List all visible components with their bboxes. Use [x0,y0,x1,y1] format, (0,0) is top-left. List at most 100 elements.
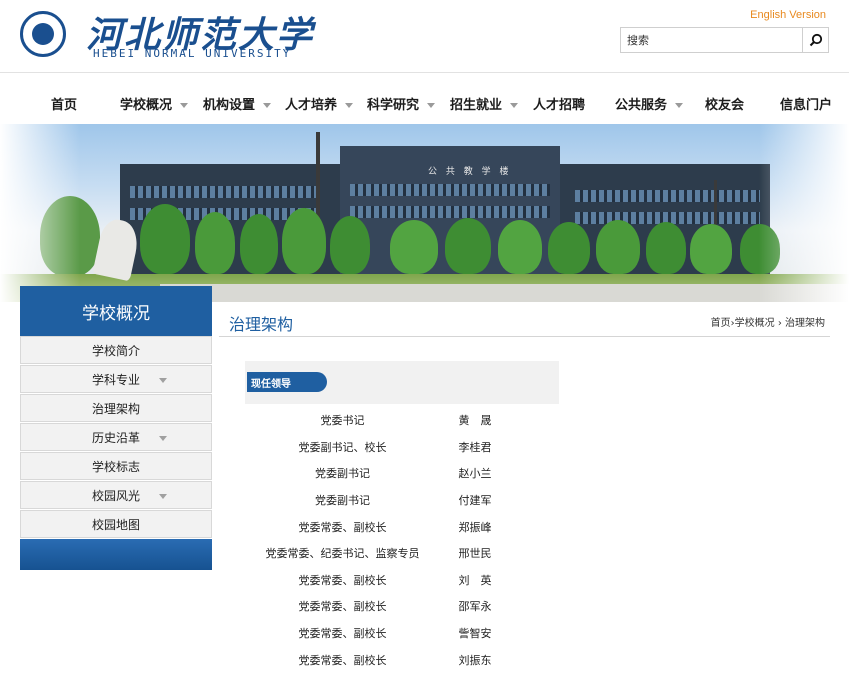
leader-row: 党委副书记 付建军 [245,487,559,514]
leader-title: 党委副书记 [315,467,370,481]
header-divider [0,72,849,73]
main-nav: 首页 学校概况 机构设置 人才培养 科学研究 招生就业 人才招聘 公共服务 校友… [0,90,849,118]
chevron-down-icon [263,103,272,108]
leader-row: 党委书记 黄 晟 [245,407,559,434]
leader-title: 党委副书记 [315,494,370,508]
nav-label: 首页 [51,98,78,113]
sidebar-item-label: 历史沿革 [91,430,140,445]
nav-item-departments[interactable]: 机构设置 [203,94,272,113]
leader-title: 党委常委、副校长 [298,627,387,641]
nav-label: 人才培养 [285,98,338,113]
leader-row: 党委常委、副校长 刘 英 [245,567,559,594]
tree [596,220,640,274]
site-header: 河北师范大学 HEBEI NORMAL UNIVERSITY English V… [0,0,849,72]
english-version-link[interactable]: English Version [750,9,826,21]
tree [330,216,370,274]
tree [390,220,438,274]
leader-name: 付建军 [458,494,492,508]
nav-item-education[interactable]: 人才培养 [285,94,354,113]
university-seal-logo[interactable] [20,11,66,57]
leader-row: 党委常委、副校长 刘振东 [245,646,559,673]
sidebar-item-map[interactable]: 校园地图 [20,510,212,538]
leader-title: 党委副书记、校长 [298,440,387,454]
leader-row: 党委副书记、校长 李桂君 [245,434,559,461]
window-row [575,190,760,202]
leader-row: 党委常委、纪委书记、监察专员 邢世民 [245,540,559,567]
sidebar-item-label: 学校简介 [91,343,140,358]
chevron-down-icon [159,378,167,383]
banner-fade-left [0,124,80,302]
sidebar-item-history[interactable]: 历史沿革 [20,423,212,451]
logo-english-name[interactable]: HEBEI NORMAL UNIVERSITY [93,47,291,60]
sidebar-item-label: 学科专业 [91,372,140,387]
sidebar-item-label: 治理架构 [91,401,140,416]
nav-item-recruitment[interactable]: 人才招聘 [533,94,585,113]
chevron-down-icon [345,103,354,108]
nav-label: 公共服务 [615,98,668,113]
window-row [130,186,320,198]
nav-label: 人才招聘 [533,98,586,113]
leader-name: 李桂君 [458,440,492,454]
leader-name: 邵军永 [458,600,492,614]
nav-label: 信息门户 [780,98,833,113]
nav-item-alumni[interactable]: 校友会 [705,94,744,113]
leader-title: 党委常委、副校长 [298,653,387,667]
tree [140,204,190,274]
leader-list: 党委书记黄 晟 党委副书记、校长 李桂君 党委副书记 赵小兰 党委副书记 付建军 党委… [245,407,559,673]
sidebar-title: 学校概况 [20,286,212,336]
tree [445,218,491,274]
leader-row: 党委常委、副校长 邵军永 [245,593,559,620]
chevron-down-icon [427,103,436,108]
nav-item-about[interactable]: 学校概况 [120,94,189,113]
window-row [350,184,550,196]
sidebar-item-intro[interactable]: 学校简介 [20,336,212,364]
campus-banner-image: 公 共 教 学 楼 [0,124,849,302]
search-box [620,27,829,53]
chevron-down-icon [180,103,189,108]
section-label: 现任领导 [247,372,327,392]
chevron-down-icon [510,103,519,108]
search-button[interactable] [802,28,828,52]
search-input[interactable] [627,32,797,49]
leader-name: 刘 英 [458,573,492,587]
leader-row: 党委副书记 赵小兰 [245,460,559,487]
road [160,284,849,302]
sidebar-menu: 学校简介 学科专业 治理架构 历史沿革 学校标志 校园风光 校园地图 [20,336,212,539]
sidebar-item-scenery[interactable]: 校园风光 [20,481,212,509]
sidebar-item-disciplines[interactable]: 学科专业 [20,365,212,393]
sidebar-item-governance[interactable]: 治理架构 [20,394,212,422]
breadcrumb[interactable]: 首页›学校概况 › 治理架构 [711,314,825,329]
nav-label: 科学研究 [367,98,420,113]
sidebar-item-label: 校园地图 [91,517,140,532]
chevron-down-icon [159,436,167,441]
leader-title: 党委常委、副校长 [298,520,387,534]
nav-item-portal[interactable]: 信息门户 [780,94,832,113]
tree [240,214,278,274]
leader-name: 黄 晟 [458,414,492,428]
banner-fade-right [759,124,849,302]
search-icon [809,33,822,47]
sidebar-item-emblem[interactable]: 学校标志 [20,452,212,480]
tree [690,224,732,274]
leader-name: 刘振东 [458,653,492,667]
chevron-down-icon [159,494,167,499]
leader-title: 党委常委、副校长 [298,600,387,614]
leader-title: 党委常委、副校长 [298,573,387,587]
leader-name: 邢世民 [458,547,492,561]
section-header-panel: 现任领导 [245,361,559,404]
leader-row: 党委常委、副校长 訾智安 [245,620,559,647]
leader-name: 訾智安 [458,627,492,641]
nav-item-home[interactable]: 首页 [51,94,77,113]
nav-item-research[interactable]: 科学研究 [367,94,436,113]
nav-item-admissions[interactable]: 招生就业 [450,94,519,113]
nav-label: 校友会 [705,98,745,113]
nav-label: 招生就业 [450,98,503,113]
nav-label: 机构设置 [203,98,256,113]
sidebar-item-label: 校园风光 [91,488,140,503]
tree [548,222,590,274]
tree [498,220,542,274]
leader-title: 党委书记 [320,414,365,428]
tree [646,222,686,274]
sidebar-footer [20,539,212,570]
nav-item-services[interactable]: 公共服务 [615,94,684,113]
